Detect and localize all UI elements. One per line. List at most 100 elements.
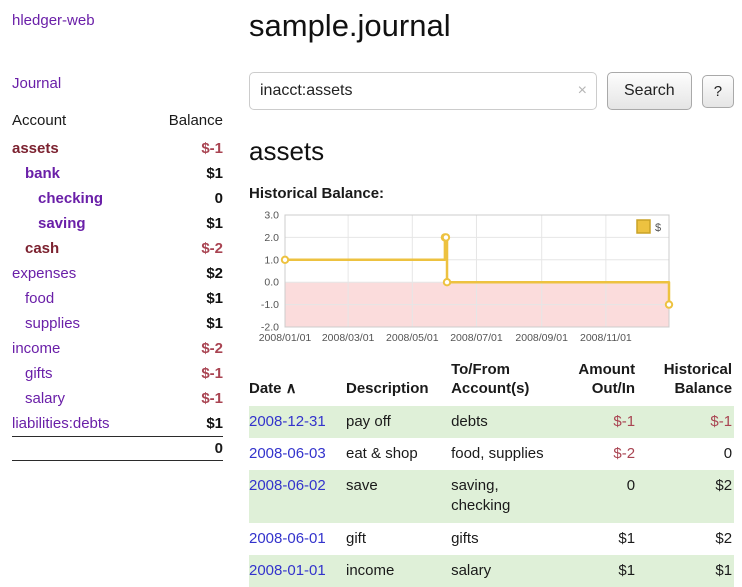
account-link[interactable]: saving (38, 215, 86, 232)
clear-search-icon[interactable]: × (578, 83, 587, 99)
transaction-amount: $1 (562, 523, 643, 555)
account-link[interactable]: liabilities:debts (12, 415, 110, 432)
transaction-balance: $1 (643, 555, 734, 587)
accounts-table: Account Balance assets $-1 bank $1 checking 0… (12, 108, 223, 461)
svg-text:2008/01/01: 2008/01/01 (259, 332, 312, 344)
transaction-amount: 0 (562, 470, 643, 523)
account-row: salary $-1 (12, 386, 223, 411)
transaction-accounts: gifts (451, 523, 562, 555)
transaction-amount: $1 (562, 555, 643, 587)
transaction-accounts: salary (451, 555, 562, 587)
svg-text:$: $ (655, 222, 661, 234)
search-button[interactable]: Search (607, 72, 692, 110)
accounts-total-row: 0 (12, 437, 223, 461)
help-button[interactable]: ? (702, 75, 734, 108)
account-link[interactable]: food (25, 290, 54, 307)
search-bar: × Search ? (249, 72, 734, 110)
page-title: sample.journal (249, 8, 734, 44)
account-balance: $-2 (148, 236, 223, 261)
transaction-date-cell: 2008-06-01 (249, 523, 346, 555)
account-row: liabilities:debts $1 (12, 411, 223, 437)
register-row: 2008-12-31pay offdebts$-1$-1 (249, 406, 734, 438)
svg-text:2008/09/01: 2008/09/01 (515, 332, 568, 344)
svg-text:0.0: 0.0 (264, 277, 279, 289)
transaction-description: gift (346, 523, 451, 555)
register-header-description: Description (346, 359, 451, 406)
account-balance: $2 (148, 261, 223, 286)
svg-text:2008/05/01: 2008/05/01 (386, 332, 439, 344)
register-header-row: Date ∧DescriptionTo/FromAccount(s)Amount… (249, 359, 734, 406)
account-link[interactable]: salary (25, 390, 65, 407)
transaction-date-link[interactable]: 2008-06-02 (249, 477, 326, 494)
transaction-date-cell: 2008-12-31 (249, 406, 346, 438)
register-row: 2008-06-03eat & shopfood, supplies$-20 (249, 438, 734, 470)
account-balance: $-2 (148, 336, 223, 361)
account-row: supplies $1 (12, 311, 223, 336)
account-row: bank $1 (12, 161, 223, 186)
accounts-total-spacer (12, 437, 148, 461)
account-heading: assets (249, 136, 734, 167)
register-row: 2008-06-01 giftgifts$1$2 (249, 523, 734, 555)
chart-title: Historical Balance: (249, 185, 734, 202)
transaction-description: income (346, 555, 451, 587)
transaction-amount: $-2 (562, 438, 643, 470)
account-link[interactable]: assets (12, 140, 59, 157)
transaction-date-link[interactable]: 2008-12-31 (249, 413, 326, 430)
balance-column-header: Balance (148, 108, 223, 136)
transaction-amount: $-1 (562, 406, 643, 438)
transaction-date-cell: 2008-01-01 (249, 555, 346, 587)
transaction-date-cell: 2008-06-03 (249, 438, 346, 470)
register-header-tofrom: To/FromAccount(s) (451, 359, 562, 406)
svg-text:2008/11/01: 2008/11/01 (580, 332, 632, 344)
account-balance: $1 (148, 286, 223, 311)
account-balance: $1 (148, 211, 223, 236)
svg-text:1.0: 1.0 (264, 254, 279, 266)
register-table: Date ∧DescriptionTo/FromAccount(s)Amount… (249, 359, 734, 587)
account-balance: $-1 (148, 136, 223, 161)
transaction-date-link[interactable]: 2008-06-01 (249, 530, 326, 547)
svg-text:-1.0: -1.0 (261, 299, 279, 311)
accounts-total-value: 0 (148, 437, 223, 461)
account-link[interactable]: cash (25, 240, 59, 257)
transaction-balance: $2 (643, 523, 734, 555)
main-content: sample.journal × Search ? assets Histori… (237, 0, 742, 582)
account-row: income $-2 (12, 336, 223, 361)
transaction-balance: 0 (643, 438, 734, 470)
register-row: 2008-06-02savesaving, checking0$2 (249, 470, 734, 523)
transaction-balance: $2 (643, 470, 734, 523)
account-link[interactable]: bank (25, 165, 60, 182)
account-row: expenses $2 (12, 261, 223, 286)
account-row: checking 0 (12, 186, 223, 211)
account-link[interactable]: income (12, 340, 60, 357)
account-column-header: Account (12, 108, 148, 136)
journal-nav-link[interactable]: Journal (12, 75, 223, 92)
account-row: gifts$-1 (12, 361, 223, 386)
register-header-date[interactable]: Date ∧ (249, 359, 346, 406)
transaction-description: pay off (346, 406, 451, 438)
transaction-date-link[interactable]: 2008-06-03 (249, 445, 326, 462)
transaction-balance: $-1 (643, 406, 734, 438)
account-link[interactable]: gifts (25, 365, 53, 382)
account-balance: 0 (148, 186, 223, 211)
transaction-description: save (346, 470, 451, 523)
search-box: × (249, 72, 597, 110)
account-balance: $-1 (148, 386, 223, 411)
account-balance: $1 (148, 411, 223, 437)
account-row: cash $-2 (12, 236, 223, 261)
account-link[interactable]: checking (38, 190, 103, 207)
account-balance: $1 (148, 161, 223, 186)
account-row: saving $1 (12, 211, 223, 236)
svg-text:3.0: 3.0 (264, 210, 279, 222)
transaction-date-link[interactable]: 2008-01-01 (249, 562, 326, 579)
accounts-header-row: Account Balance (12, 108, 223, 136)
account-row: assets $-1 (12, 136, 223, 161)
account-link[interactable]: expenses (12, 265, 76, 282)
account-link[interactable]: supplies (25, 315, 80, 332)
svg-text:2.0: 2.0 (264, 232, 279, 244)
search-input[interactable] (249, 72, 597, 110)
transaction-date-cell: 2008-06-02 (249, 470, 346, 523)
register-row: 2008-01-01incomesalary$1$1 (249, 555, 734, 587)
account-balance: $1 (148, 311, 223, 336)
app-title-link[interactable]: hledger-web (12, 12, 223, 29)
transaction-accounts: debts (451, 406, 562, 438)
